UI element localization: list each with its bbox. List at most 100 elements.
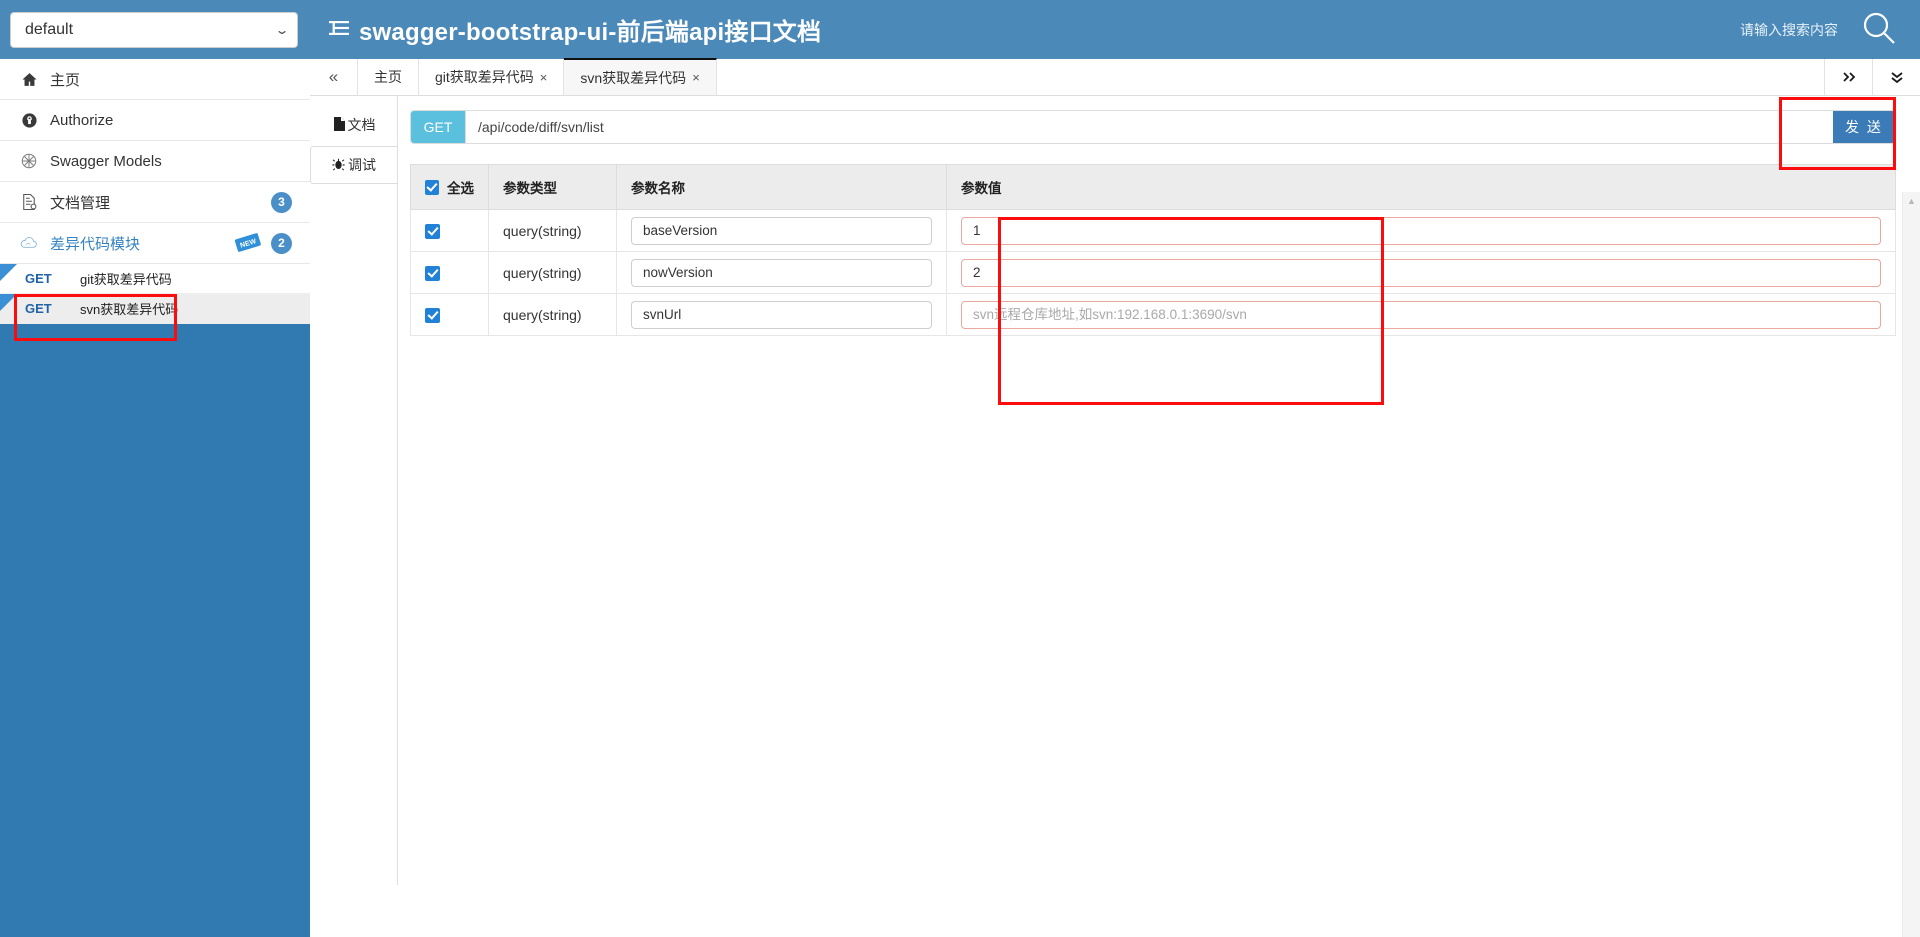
sidebar-api-git[interactable]: NEW GET git获取差异代码: [0, 264, 310, 294]
cell-param-type: query(string): [488, 209, 617, 252]
hamburger-icon[interactable]: [328, 18, 350, 41]
request-url-bar: GET /api/code/diff/svn/list 发 送: [410, 110, 1896, 144]
table-row: query(string): [410, 251, 1896, 294]
api-group-select[interactable]: default ⌄: [10, 11, 298, 48]
body-split: 文档 调试 GET /api/code/diff/svn/list 发 送 全选…: [310, 96, 1920, 937]
sidebar-item-label: 主页: [50, 71, 81, 89]
document-icon: [333, 116, 345, 134]
sidebar-badge: 2: [271, 232, 292, 254]
scroll-up-arrow-icon[interactable]: ▲: [1903, 196, 1920, 206]
app-root: default ⌄ 主页 Authorize Swagger Models 文档…: [0, 0, 1920, 937]
cell-row-checkbox: [410, 251, 489, 294]
cell-param-value: [946, 209, 1896, 252]
double-chevron-down-icon[interactable]: [1872, 59, 1920, 95]
tab-label: 主页: [374, 69, 402, 85]
tab-label: svn获取差异代码: [580, 69, 687, 86]
sidebar-filler: [0, 324, 310, 937]
param-name-input[interactable]: [631, 300, 932, 329]
param-value-input[interactable]: [961, 300, 1881, 329]
select-all-label: 全选: [447, 181, 474, 196]
param-name-input[interactable]: [631, 216, 932, 245]
parameters-table-body: query(string) quer: [410, 209, 1896, 336]
double-chevron-left-icon[interactable]: «: [310, 59, 358, 95]
search-icon[interactable]: [1860, 9, 1898, 51]
table-header-row: 全选 参数类型 参数名称 参数值: [410, 164, 1896, 210]
cell-row-checkbox: [410, 293, 489, 336]
models-icon: [16, 152, 42, 170]
search-placeholder-text[interactable]: 请输入搜索内容: [1740, 20, 1838, 40]
vtab-debug[interactable]: 调试: [310, 146, 398, 184]
row-checkbox[interactable]: [425, 265, 440, 281]
vertical-tabs: 文档 调试: [310, 96, 398, 937]
close-icon[interactable]: ×: [540, 70, 548, 85]
select-all-checkbox[interactable]: [425, 179, 439, 195]
sidebar-item-home[interactable]: 主页: [0, 59, 310, 100]
cell-row-checkbox: [410, 209, 489, 252]
cell-param-type: query(string): [488, 251, 617, 294]
cell-param-name: [616, 293, 947, 336]
row-checkbox[interactable]: [425, 307, 440, 323]
cell-param-type: query(string): [488, 293, 617, 336]
new-corner-icon: NEW: [0, 264, 17, 281]
sidebar-badge: 3: [271, 191, 292, 213]
cloud-icon: [16, 235, 42, 251]
request-pane: GET /api/code/diff/svn/list 发 送 全选 参数类型 …: [398, 96, 1920, 937]
sidebar-api-svn[interactable]: NEW GET svn获取差异代码: [0, 294, 310, 324]
parameters-table-head: 全选 参数类型 参数名称 参数值: [410, 164, 1896, 210]
sidebar-item-doc-manage[interactable]: 文档管理 3: [0, 182, 310, 223]
tab-bar: « 主页 git获取差异代码 × svn获取差异代码 ×: [310, 58, 1920, 96]
tab-label: git获取差异代码: [435, 69, 534, 85]
http-method-badge: GET: [411, 111, 465, 143]
top-header: swagger-bootstrap-ui-前后端api接口文档 请输入搜索内容: [310, 0, 1920, 59]
api-method-label: GET: [25, 301, 52, 316]
chevron-down-icon: ⌄: [274, 22, 290, 37]
tab-svn-diff[interactable]: svn获取差异代码 ×: [564, 58, 717, 95]
sidebar-item-label: Authorize: [50, 111, 114, 129]
sidebar-item-authorize[interactable]: Authorize: [0, 100, 310, 141]
th-select-all: 全选: [410, 164, 489, 210]
row-checkbox[interactable]: [425, 223, 440, 239]
sidebar-menu: 主页 Authorize Swagger Models 文档管理 3 差异代码模…: [0, 59, 310, 324]
tab-home[interactable]: 主页: [358, 59, 419, 95]
lock-icon: [16, 112, 42, 129]
th-param-name: 参数名称: [616, 164, 947, 210]
cell-param-value: [946, 251, 1896, 294]
cell-param-name: [616, 251, 947, 294]
top-header-right: 请输入搜索内容: [1740, 9, 1920, 51]
param-value-input[interactable]: [961, 258, 1881, 287]
home-icon: [16, 71, 42, 88]
param-value-input[interactable]: [961, 216, 1881, 245]
close-icon[interactable]: ×: [692, 70, 700, 85]
sidebar-item-meta: 3: [271, 191, 292, 213]
doc-gear-icon: [16, 193, 42, 211]
tab-bar-right: [1824, 59, 1920, 95]
vtab-label: 文档: [347, 117, 376, 133]
sidebar-item-swagger-models[interactable]: Swagger Models: [0, 141, 310, 182]
sidebar-item-label: 差异代码模块: [50, 235, 141, 253]
api-method-label: GET: [25, 271, 52, 286]
cell-param-name: [616, 209, 947, 252]
page-scrollbar[interactable]: ▲ ▼: [1902, 192, 1920, 937]
th-param-type: 参数类型: [488, 164, 617, 210]
sidebar-item-diff-code-module[interactable]: 差异代码模块 NEW 2: [0, 223, 310, 264]
vtab-document[interactable]: 文档: [310, 106, 398, 144]
sidebar-item-meta: NEW 2: [233, 232, 292, 254]
parameters-table: 全选 参数类型 参数名称 参数值 query(string) baseVersi…: [410, 164, 1896, 336]
param-name-input[interactable]: [631, 258, 932, 287]
api-name-label: svn获取差异代码: [80, 302, 179, 317]
request-path-input[interactable]: /api/code/diff/svn/list: [465, 111, 1833, 143]
double-chevron-right-icon[interactable]: [1824, 59, 1872, 95]
send-button[interactable]: 发 送: [1832, 111, 1895, 143]
sidebar-item-label: 文档管理: [50, 194, 111, 212]
th-param-value: 参数值: [946, 164, 1896, 210]
page-title: swagger-bootstrap-ui-前后端api接口文档: [359, 19, 822, 46]
api-name-label: git获取差异代码: [80, 272, 172, 287]
sidebar-header: default ⌄: [0, 0, 310, 59]
cell-param-value: [946, 293, 1896, 336]
vtab-label: 调试: [348, 157, 376, 173]
table-row: query(string): [410, 209, 1896, 252]
api-group-select-value: default: [25, 20, 74, 38]
new-corner-icon: NEW: [0, 294, 17, 311]
tab-git-diff[interactable]: git获取差异代码 ×: [419, 59, 565, 95]
table-row: query(string): [410, 293, 1896, 336]
